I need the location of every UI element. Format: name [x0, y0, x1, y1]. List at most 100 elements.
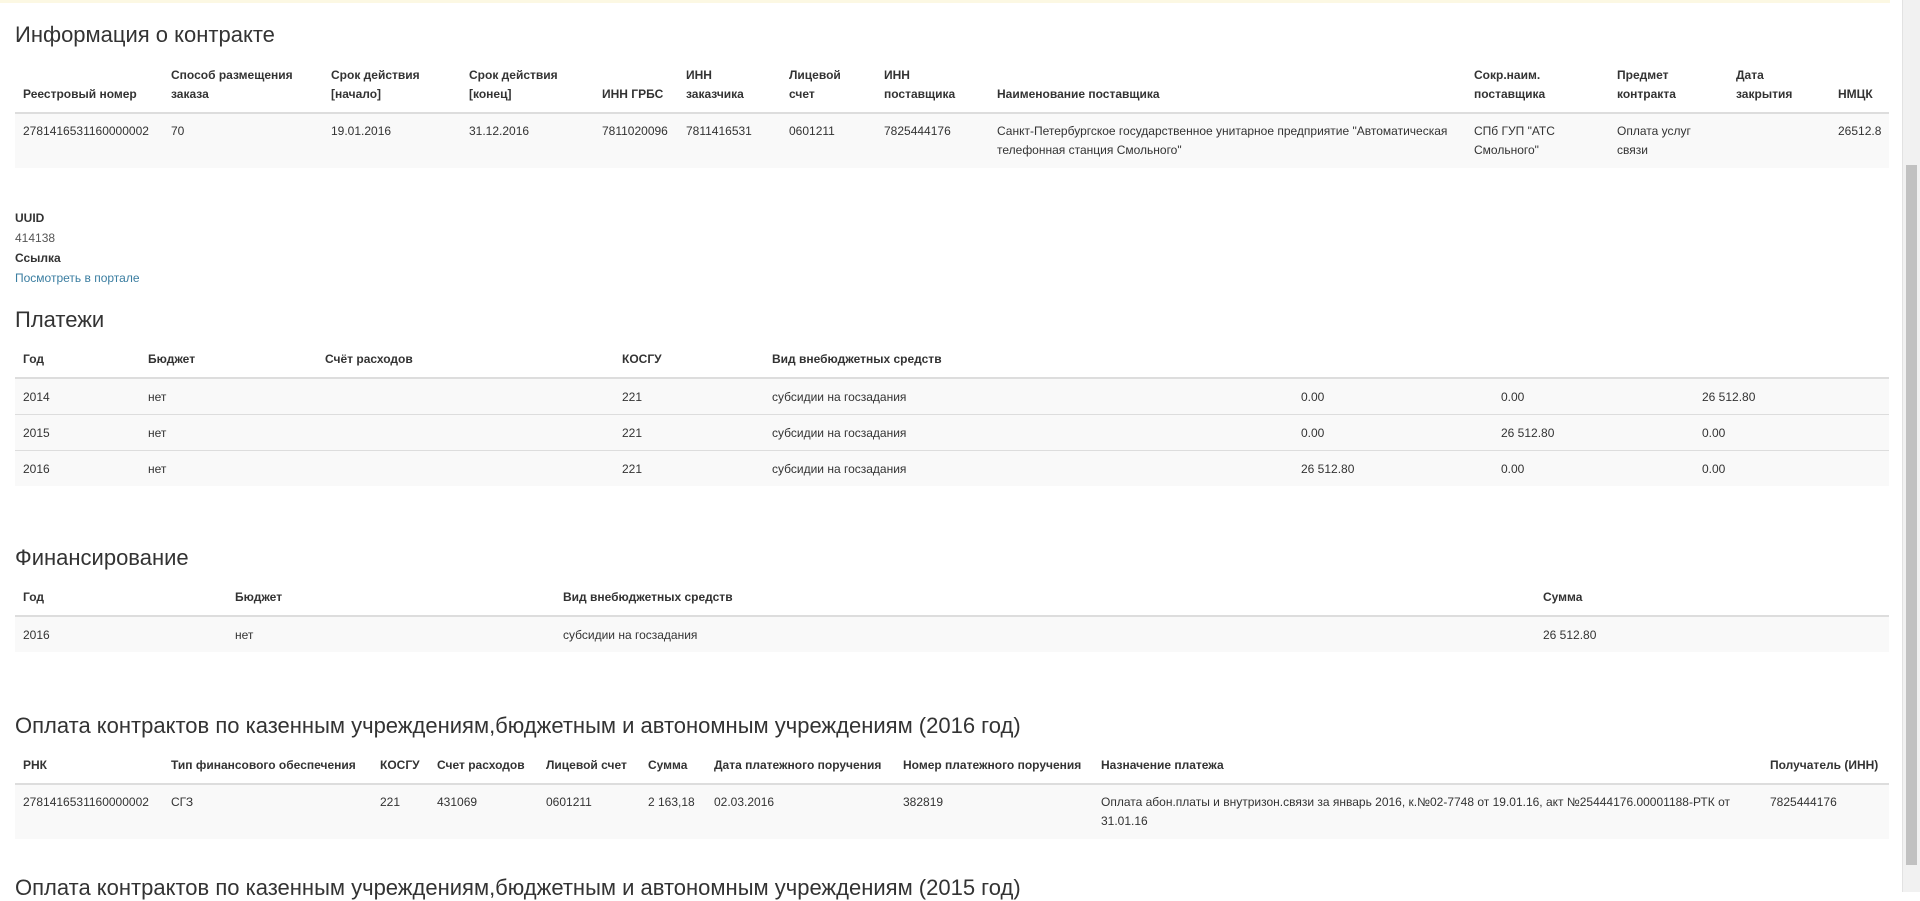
- col-kosgu[interactable]: КОСГУ: [614, 350, 764, 379]
- col-financing-type[interactable]: Тип финансового обеспечения: [163, 756, 372, 785]
- payments-table: Год Бюджет Счёт расходов КОСГУ Вид внебю…: [15, 350, 1889, 486]
- cell-inn-customer: 7811416531: [678, 112, 781, 168]
- col-amount-1[interactable]: [1293, 350, 1493, 379]
- cell-offbudget-type: субсидии на госзадания: [764, 450, 1293, 486]
- contract-payments-header-row: РНК Тип финансового обеспечения КОСГУ Сч…: [15, 756, 1889, 785]
- cell-kosgu: 221: [372, 783, 429, 839]
- col-close-date[interactable]: Дата закрытия: [1728, 66, 1830, 114]
- cell-year: 2016: [15, 615, 227, 652]
- cell-amount-2: 26 512.80: [1493, 414, 1694, 451]
- cell-offbudget-type: субсидии на госзадания: [764, 377, 1293, 415]
- cell-sum: 26 512.80: [1535, 615, 1889, 652]
- cell-amount-1: 26 512.80: [1293, 450, 1493, 486]
- cell-expense-account: [317, 414, 614, 451]
- cell-close-date: [1728, 112, 1830, 168]
- cell-year: 2014: [15, 377, 140, 415]
- col-offbudget-type[interactable]: Вид внебюджетных средств: [555, 588, 1535, 617]
- col-budget[interactable]: Бюджет: [227, 588, 555, 617]
- cell-expense-account: 431069: [429, 783, 538, 839]
- col-payment-order-number[interactable]: Номер платежного поручения: [895, 756, 1093, 785]
- cell-placement-method: 70: [163, 112, 323, 168]
- uuid-value: 414138: [15, 231, 56, 245]
- cell-amount-1: 0.00: [1293, 414, 1493, 451]
- col-rnk[interactable]: РНК: [15, 756, 163, 785]
- col-inn-customer[interactable]: ИНН заказчика: [678, 66, 781, 114]
- table-row: 2016 нет 221 субсидии на госзадания 26 5…: [15, 450, 1889, 486]
- cell-financing-type: СГЗ: [163, 783, 372, 839]
- cell-budget: нет: [140, 377, 317, 415]
- col-nmck[interactable]: НМЦК: [1830, 66, 1889, 114]
- col-kosgu[interactable]: КОСГУ: [372, 756, 429, 785]
- col-contract-subject[interactable]: Предмет контракта: [1609, 66, 1728, 114]
- col-valid-from[interactable]: Срок действия [начало]: [323, 66, 461, 114]
- cell-registry-number: 2781416531160000002: [15, 112, 163, 168]
- contract-header-row: Реестровый номер Способ размещения заказ…: [15, 66, 1889, 114]
- cell-amount-2: 0.00: [1493, 377, 1694, 415]
- cell-amount-2: 0.00: [1493, 450, 1694, 486]
- cell-rnk: 2781416531160000002: [15, 783, 163, 839]
- alert-strip: [0, 0, 1890, 3]
- contract-payments-2016-table: РНК Тип финансового обеспечения КОСГУ Сч…: [15, 756, 1889, 839]
- table-row: 2781416531160000002 70 19.01.2016 31.12.…: [15, 112, 1889, 168]
- cell-inn-grbs: 7811020096: [594, 112, 678, 168]
- cell-budget: нет: [140, 414, 317, 451]
- col-year[interactable]: Год: [15, 588, 227, 617]
- col-personal-account[interactable]: Лицевой счет: [538, 756, 640, 785]
- financing-section-title: Финансирование: [15, 545, 189, 570]
- cell-supplier-name: Санкт-Петербургское государственное унит…: [989, 112, 1466, 168]
- contract-table: Реестровый номер Способ размещения заказ…: [15, 66, 1889, 168]
- contract-section-title: Информация о контракте: [15, 22, 275, 47]
- cell-payment-order-date: 02.03.2016: [706, 783, 895, 839]
- page-scrollbar[interactable]: [1902, 0, 1920, 892]
- cell-kosgu: 221: [614, 377, 764, 415]
- table-row: 2014 нет 221 субсидии на госзадания 0.00…: [15, 377, 1889, 415]
- scrollbar-thumb[interactable]: [1906, 165, 1917, 865]
- col-placement-method[interactable]: Способ размещения заказа: [163, 66, 323, 114]
- cell-amount-3: 0.00: [1694, 450, 1889, 486]
- col-expense-account[interactable]: Счет расходов: [429, 756, 538, 785]
- col-offbudget-type[interactable]: Вид внебюджетных средств: [764, 350, 1293, 379]
- financing-table: Год Бюджет Вид внебюджетных средств Сумм…: [15, 588, 1889, 652]
- cell-kosgu: 221: [614, 450, 764, 486]
- table-row: 2016 нет субсидии на госзадания 26 512.8…: [15, 615, 1889, 652]
- cell-budget: нет: [227, 615, 555, 652]
- col-amount-2[interactable]: [1493, 350, 1694, 379]
- payments-section-title: Платежи: [15, 307, 105, 332]
- col-registry-number[interactable]: Реестровый номер: [15, 66, 163, 114]
- cell-valid-to: 31.12.2016: [461, 112, 594, 168]
- col-expense-account[interactable]: Счёт расходов: [317, 350, 614, 379]
- cell-nmck: 26512.8: [1830, 112, 1889, 168]
- col-payment-order-date[interactable]: Дата платежного поручения: [706, 756, 895, 785]
- col-supplier-short-name[interactable]: Сокр.наим. поставщика: [1466, 66, 1609, 114]
- cell-sum: 2 163,18: [640, 783, 706, 839]
- uuid-label: UUID: [15, 211, 45, 225]
- contract-meta: UUID 414138 Ссылка Посмотреть в портале: [15, 208, 140, 288]
- col-amount-3[interactable]: [1694, 350, 1889, 379]
- cell-year: 2015: [15, 414, 140, 451]
- financing-header-row: Год Бюджет Вид внебюджетных средств Сумм…: [15, 588, 1889, 617]
- col-payment-purpose[interactable]: Назначение платежа: [1093, 756, 1762, 785]
- cell-personal-account: 0601211: [781, 112, 876, 168]
- col-supplier-name[interactable]: Наименование поставщика: [989, 66, 1466, 114]
- cell-amount-3: 26 512.80: [1694, 377, 1889, 415]
- col-year[interactable]: Год: [15, 350, 140, 379]
- col-sum[interactable]: Сумма: [640, 756, 706, 785]
- col-inn-grbs[interactable]: ИНН ГРБС: [594, 66, 678, 114]
- col-recipient-inn[interactable]: Получатель (ИНН): [1762, 756, 1889, 785]
- cell-amount-3: 0.00: [1694, 414, 1889, 451]
- payments-header-row: Год Бюджет Счёт расходов КОСГУ Вид внебю…: [15, 350, 1889, 379]
- col-sum[interactable]: Сумма: [1535, 588, 1889, 617]
- col-inn-supplier[interactable]: ИНН поставщика: [876, 66, 989, 114]
- col-budget[interactable]: Бюджет: [140, 350, 317, 379]
- link-label: Ссылка: [15, 251, 61, 265]
- col-valid-to[interactable]: Срок действия [конец]: [461, 66, 594, 114]
- col-personal-account[interactable]: Лицевой счет: [781, 66, 876, 114]
- cell-year: 2016: [15, 450, 140, 486]
- table-row: 2781416531160000002 СГЗ 221 431069 06012…: [15, 783, 1889, 839]
- portal-link[interactable]: Посмотреть в портале: [15, 268, 140, 288]
- cell-offbudget-type: субсидии на госзадания: [555, 615, 1535, 652]
- cell-expense-account: [317, 450, 614, 486]
- cell-budget: нет: [140, 450, 317, 486]
- contract-payments-2015-title: Оплата контрактов по казенным учреждения…: [15, 875, 1021, 900]
- cell-offbudget-type: субсидии на госзадания: [764, 414, 1293, 451]
